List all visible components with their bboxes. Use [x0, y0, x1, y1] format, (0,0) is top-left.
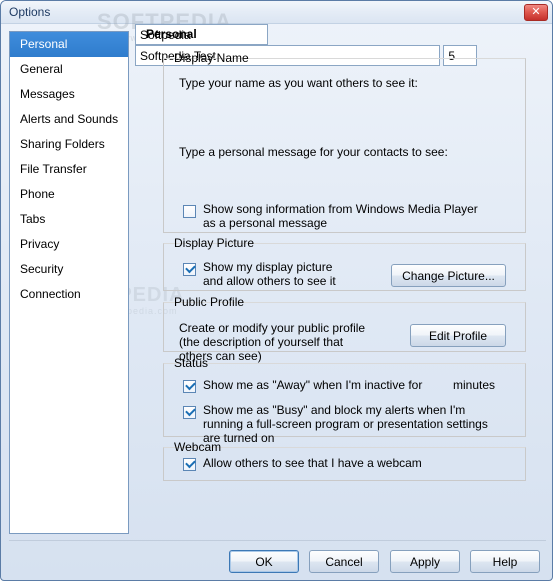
cancel-button[interactable]: Cancel: [309, 550, 379, 573]
sidebar-item-file-transfer[interactable]: File Transfer: [10, 157, 128, 182]
window-title: Options: [9, 5, 51, 19]
ok-button[interactable]: OK: [229, 550, 299, 573]
group-webcam-label: Webcam: [170, 440, 226, 454]
sidebar-item-sharing-folders[interactable]: Sharing Folders: [10, 132, 128, 157]
title-bar: Options ✕: [1, 1, 552, 24]
sidebar-item-privacy[interactable]: Privacy: [10, 232, 128, 257]
footer-divider: [9, 540, 546, 541]
song-info-checkbox[interactable]: [183, 205, 196, 218]
away-minutes-label: minutes: [453, 378, 496, 392]
away-label: Show me as "Away" when I'm inactive for: [203, 378, 423, 392]
sidebar-item-general[interactable]: General: [10, 57, 128, 82]
group-public-profile-label: Public Profile: [170, 295, 249, 309]
personal-message-prompt-label: Type a personal message for your contact…: [179, 145, 448, 159]
sidebar-item-security[interactable]: Security: [10, 257, 128, 282]
webcam-label: Allow others to see that I have a webcam: [203, 456, 422, 470]
options-window: Options ✕ SOFTPEDIA www.softpedia.com SO…: [0, 0, 553, 581]
edit-profile-button[interactable]: Edit Profile: [410, 324, 506, 347]
show-display-picture-checkbox[interactable]: [183, 263, 196, 276]
group-display-name-label: Display Name: [170, 51, 253, 65]
change-picture-button[interactable]: Change Picture...: [391, 264, 506, 287]
dialog-body: Personal General Messages Alerts and Sou…: [1, 24, 553, 540]
name-prompt-label: Type your name as you want others to see…: [179, 76, 418, 90]
help-button[interactable]: Help: [470, 550, 540, 573]
sidebar-item-phone[interactable]: Phone: [10, 182, 128, 207]
apply-button[interactable]: Apply: [390, 550, 460, 573]
sidebar-item-tabs[interactable]: Tabs: [10, 207, 128, 232]
busy-label: Show me as "Busy" and block my alerts wh…: [203, 403, 488, 445]
group-display-picture-label: Display Picture: [170, 236, 259, 250]
sidebar-item-personal[interactable]: Personal: [10, 32, 128, 57]
page-title: Personal: [146, 27, 197, 41]
dialog-footer: OK Cancel Apply Help: [1, 540, 553, 582]
personal-panel: Personal Display Name Type your name as …: [135, 24, 547, 540]
sidebar-item-alerts-sounds[interactable]: Alerts and Sounds: [10, 107, 128, 132]
close-icon[interactable]: ✕: [524, 4, 548, 21]
song-info-label: Show song information from Windows Media…: [203, 202, 478, 230]
sidebar-item-messages[interactable]: Messages: [10, 82, 128, 107]
busy-checkbox[interactable]: [183, 406, 196, 419]
group-status-label: Status: [170, 356, 213, 370]
show-display-picture-label: Show my display picture and allow others…: [203, 260, 336, 288]
sidebar-item-connection[interactable]: Connection: [10, 282, 128, 307]
away-checkbox[interactable]: [183, 380, 196, 393]
category-list[interactable]: Personal General Messages Alerts and Sou…: [9, 31, 129, 534]
webcam-checkbox[interactable]: [183, 458, 196, 471]
